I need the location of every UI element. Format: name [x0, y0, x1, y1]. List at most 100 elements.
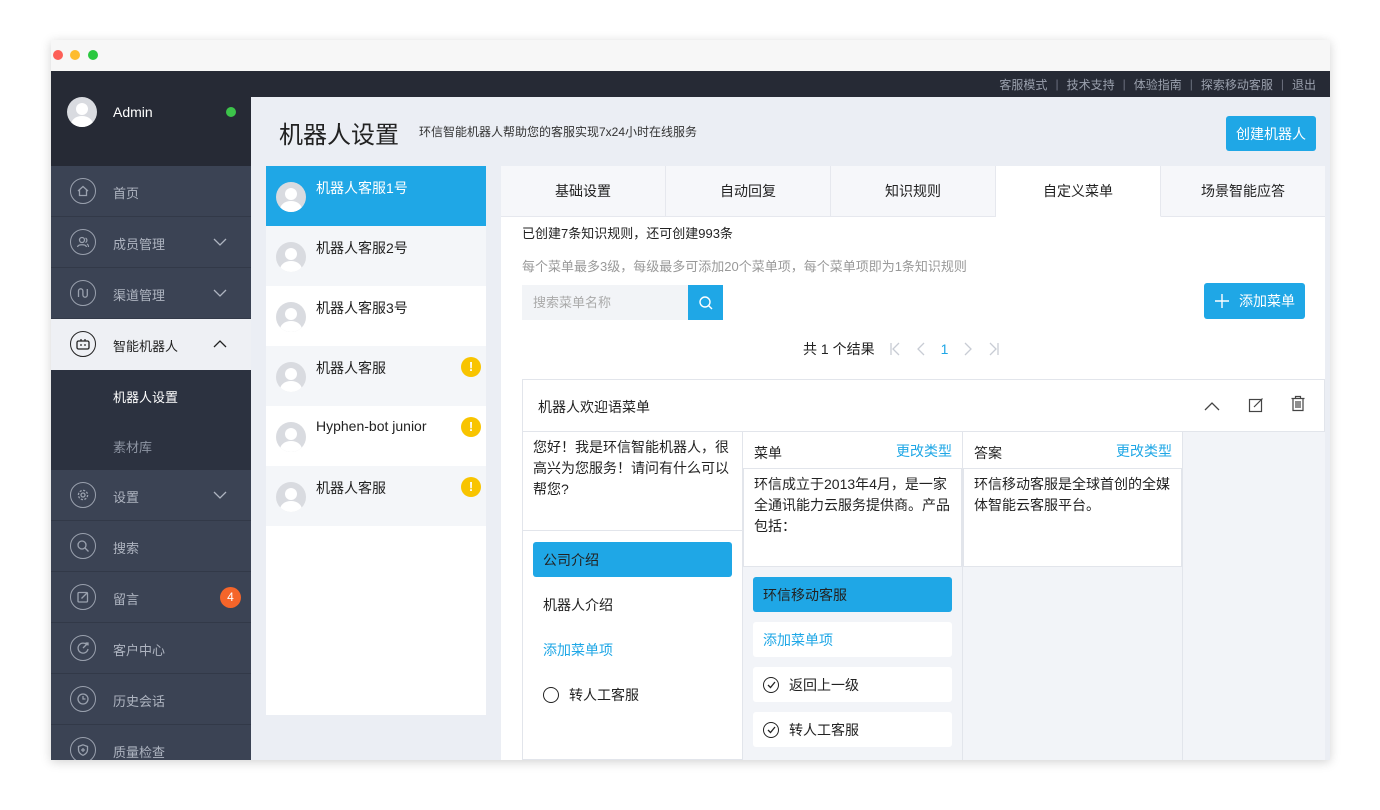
robot-list-item[interactable]: 机器人客服 ! [266, 466, 486, 526]
online-status-dot [226, 107, 236, 117]
separator: | [1055, 77, 1059, 91]
last-page-icon[interactable] [988, 342, 1000, 356]
column-title: 答案 [974, 445, 1002, 461]
window-titlebar [51, 40, 1330, 71]
sidebar-item-home[interactable]: 首页 [51, 166, 251, 217]
sidebar-item-messages[interactable]: 留言 4 [51, 572, 251, 623]
column-header: 菜单 更改类型 [743, 432, 962, 468]
robot-list-item[interactable]: 机器人客服3号 [266, 286, 486, 346]
sidebar-item-channels[interactable]: 渠道管理 [51, 268, 251, 319]
radio-icon [543, 686, 559, 703]
sidebar-item-search[interactable]: 搜索 [51, 521, 251, 572]
robot-avatar [276, 302, 306, 332]
profile-area: Admin [51, 97, 251, 166]
tab-knowledge-rules[interactable]: 知识规则 [831, 166, 996, 217]
submenu-text-box[interactable]: 环信成立于2013年4月，是一家全通讯能力云服务提供商。产品包括： [743, 468, 962, 567]
sidebar-item-label: 智能机器人 [113, 339, 179, 354]
edit-icon[interactable] [1248, 397, 1264, 413]
search-icon [70, 533, 96, 559]
sidebar-item-history[interactable]: 历史会话 [51, 674, 251, 725]
sidebar-item-quality[interactable]: 质量检查 [51, 725, 251, 760]
app-window: 客服模式 | 技术支持 | 体验指南 | 探索移动客服 | 退出 Admin 首… [51, 40, 1330, 760]
close-window-button[interactable] [53, 50, 63, 60]
users-icon [70, 229, 96, 255]
separator: | [1280, 77, 1284, 91]
minimize-window-button[interactable] [70, 50, 80, 60]
channel-icon [70, 280, 96, 306]
next-page-icon[interactable] [962, 342, 974, 356]
unread-badge: 4 [220, 587, 241, 608]
tab-basic-settings[interactable]: 基础设置 [501, 166, 666, 217]
menu-item-company[interactable]: 公司介绍 [533, 542, 732, 577]
add-menu-item-link[interactable]: 添加菜单项 [533, 632, 732, 667]
warning-icon: ! [461, 477, 481, 497]
tab-auto-reply[interactable]: 自动回复 [666, 166, 831, 217]
robot-list-item[interactable]: Hyphen-bot junior ! [266, 406, 486, 466]
answer-text-box[interactable]: 环信移动客服是全球首创的全媒体智能云客服平台。 [963, 468, 1182, 567]
check-circle-icon [763, 676, 779, 693]
menu-item-mobile-service[interactable]: 环信移动客服 [753, 577, 952, 612]
sidebar-subitem-robot-settings[interactable]: 机器人设置 [51, 370, 251, 420]
robot-name: 机器人客服2号 [316, 240, 408, 256]
welcome-text-box[interactable]: 您好！我是环信智能机器人，很高兴为您服务！请问有什么可以帮您? [523, 432, 743, 531]
settings-tabs: 基础设置 自动回复 知识规则 自定义菜单 场景智能应答 [501, 166, 1325, 217]
result-count: 共 1 个结果 [803, 341, 875, 357]
create-robot-button[interactable]: 创建机器人 [1226, 116, 1316, 151]
sidebar-subitem-label: 机器人设置 [113, 390, 179, 405]
top-link-explore[interactable]: 探索移动客服 [1201, 76, 1273, 93]
sidebar-item-label: 首页 [113, 186, 140, 201]
tab-scene-answer[interactable]: 场景智能应答 [1161, 166, 1325, 217]
column-header: 答案 更改类型 [963, 432, 1182, 468]
sidebar-item-label: 渠道管理 [113, 288, 166, 303]
menu-item-robot-intro[interactable]: 机器人介绍 [533, 587, 732, 622]
collapse-icon[interactable] [1204, 400, 1220, 412]
tab-custom-menu[interactable]: 自定义菜单 [996, 166, 1161, 217]
top-link-guide[interactable]: 体验指南 [1134, 76, 1182, 93]
trash-icon[interactable] [1290, 395, 1306, 412]
pagination: 共 1 个结果 1 [803, 340, 1000, 358]
prev-page-icon[interactable] [915, 342, 927, 356]
sidebar-item-label: 搜索 [113, 541, 140, 556]
menu-item-transfer[interactable]: 转人工客服 [753, 712, 952, 747]
chevron-down-icon [213, 238, 227, 246]
sidebar-subitem-materials[interactable]: 素材库 [51, 420, 251, 470]
top-link-tech-support[interactable]: 技术支持 [1067, 76, 1115, 93]
change-type-link[interactable]: 更改类型 [1116, 441, 1172, 461]
robot-icon [70, 331, 96, 357]
sidebar-item-customers[interactable]: 客户中心 [51, 623, 251, 674]
rules-created-text: 已创建7条知识规则，还可创建993条 [522, 226, 733, 241]
top-link-logout[interactable]: 退出 [1292, 76, 1316, 93]
add-menu-button[interactable]: 添加菜单 [1204, 283, 1305, 319]
search-button[interactable] [688, 285, 723, 320]
chevron-down-icon [213, 289, 227, 297]
top-link-service-mode[interactable]: 客服模式 [999, 76, 1047, 93]
robot-list-item[interactable]: 机器人客服1号 [266, 166, 486, 226]
edit-icon [70, 584, 96, 610]
sidebar-item-robot[interactable]: 智能机器人 [51, 319, 251, 370]
chevron-up-icon [213, 340, 227, 348]
menu-card-header: 机器人欢迎语菜单 [523, 380, 1325, 432]
clock-icon [70, 686, 96, 712]
robot-list-item[interactable]: 机器人客服2号 [266, 226, 486, 286]
sidebar-item-settings[interactable]: 设置 [51, 470, 251, 521]
robot-list-item[interactable]: 机器人客服 ! [266, 346, 486, 406]
change-type-link[interactable]: 更改类型 [896, 441, 952, 461]
page-title: 机器人设置 [279, 122, 399, 149]
menu-item-transfer[interactable]: 转人工客服 [533, 677, 732, 712]
robot-avatar [276, 482, 306, 512]
robot-settings-panel: 基础设置 自动回复 知识规则 自定义菜单 场景智能应答 已创建7条知识规则，还可… [501, 166, 1325, 760]
menu-card-title: 机器人欢迎语菜单 [538, 399, 650, 415]
menu-item-label: 返回上一级 [789, 676, 859, 693]
menu-hint-text: 每个菜单最多3级，每级最多可添加20个菜单项，每个菜单项即为1条知识规则 [522, 259, 967, 274]
page-number[interactable]: 1 [941, 341, 949, 357]
maximize-window-button[interactable] [88, 50, 98, 60]
add-menu-item-link[interactable]: 添加菜单项 [753, 622, 952, 657]
menu-column-empty [1183, 432, 1325, 760]
sidebar-item-label: 留言 [113, 592, 140, 607]
first-page-icon[interactable] [889, 342, 901, 356]
menu-search-input[interactable] [522, 285, 688, 320]
sidebar-item-members[interactable]: 成员管理 [51, 217, 251, 268]
robot-name: 机器人客服3号 [316, 300, 408, 316]
avatar[interactable] [67, 97, 97, 127]
menu-item-back[interactable]: 返回上一级 [753, 667, 952, 702]
